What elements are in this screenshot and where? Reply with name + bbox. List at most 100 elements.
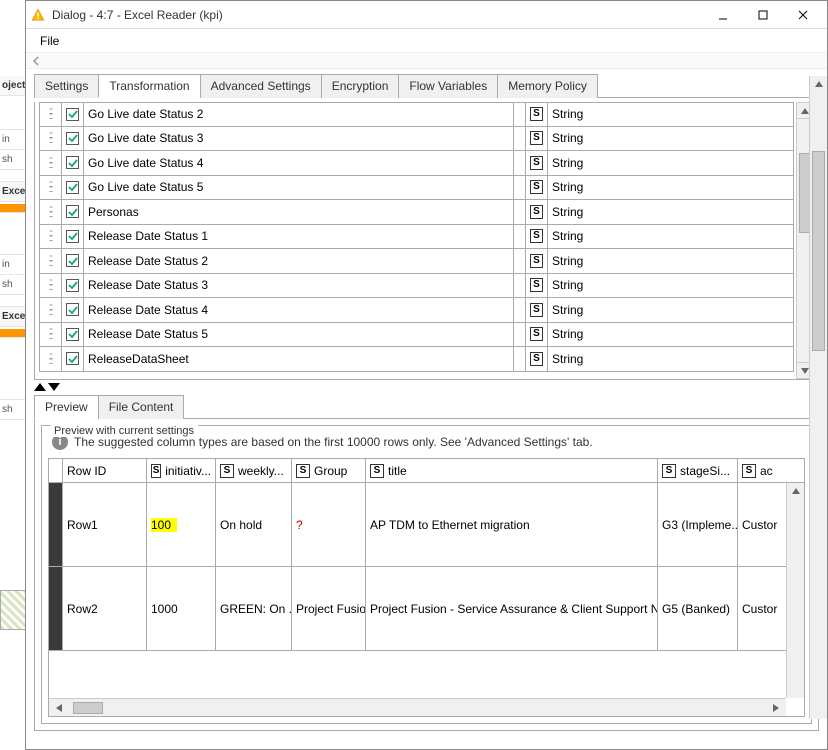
type-name-cell[interactable]: String [548,298,793,322]
column-name-cell[interactable]: Release Date Status 1 [84,225,514,249]
drag-handle-icon[interactable]: :::: [40,151,62,175]
header-stage[interactable]: SstageSi... [658,459,738,482]
header-selector [49,459,63,482]
drag-handle-icon[interactable]: :::: [40,298,62,322]
include-checkbox[interactable] [66,230,79,243]
grid-scroll-left-icon[interactable] [51,703,67,713]
include-checkbox[interactable] [66,205,79,218]
splitter-up-icon [34,383,46,391]
include-checkbox[interactable] [66,254,79,267]
column-name-cell[interactable]: Go Live date Status 3 [84,127,514,151]
column-row: ::::Go Live date Status 3SString [39,127,794,152]
type-icon-cell: S [526,151,548,175]
include-checkbox[interactable] [66,132,79,145]
header-initiativ[interactable]: Sinitiativ... [147,459,216,482]
cell-group: Project Fusion [292,567,366,650]
column-name-cell[interactable]: Go Live date Status 5 [84,176,514,200]
tab-transformation[interactable]: Transformation [98,74,200,98]
gap-cell [514,127,526,151]
grid-header: Row ID Sinitiativ... Sweekly... SGroup S… [49,459,804,483]
column-row: ::::Release Date Status 3SString [39,274,794,299]
include-checkbox[interactable] [66,352,79,365]
window-vscroll[interactable] [809,76,827,719]
gap-cell [514,298,526,322]
table-row[interactable]: Row1100On hold?AP TDM to Ethernet migrat… [49,483,786,567]
header-group[interactable]: SGroup [292,459,366,482]
column-name-cell[interactable]: Release Date Status 2 [84,249,514,273]
window-scroll-thumb[interactable] [812,151,825,351]
grid-hscroll[interactable] [49,698,786,716]
menu-file[interactable]: File [34,32,65,50]
type-icon-cell: S [526,249,548,273]
type-name-cell[interactable]: String [548,274,793,298]
include-checkbox[interactable] [66,303,79,316]
column-name-cell[interactable]: Release Date Status 5 [84,323,514,347]
tab-advanced-settings[interactable]: Advanced Settings [200,74,322,98]
include-checkbox[interactable] [66,156,79,169]
grid-scroll-up-icon[interactable] [787,483,804,499]
column-name-cell[interactable]: Go Live date Status 2 [84,103,514,126]
header-ac[interactable]: Sac [738,459,778,482]
tab-memory-policy[interactable]: Memory Policy [497,74,598,98]
cell-ac: Custor [738,483,778,566]
include-checkbox[interactable] [66,181,79,194]
header-title[interactable]: Stitle [366,459,658,482]
drag-handle-icon[interactable]: :::: [40,176,62,200]
column-name-cell[interactable]: Personas [84,200,514,224]
drag-handle-icon[interactable]: :::: [40,249,62,273]
cell-initiativ: 1000 [147,567,216,650]
tab-flow-variables[interactable]: Flow Variables [398,74,498,98]
preview-info-text: The suggested column types are based on … [74,435,593,449]
include-checkbox[interactable] [66,279,79,292]
grid-scroll-right-icon[interactable] [768,703,784,713]
drag-handle-icon[interactable]: :::: [40,274,62,298]
back-icon[interactable] [30,55,42,67]
type-name-cell[interactable]: String [548,225,793,249]
type-name-cell[interactable]: String [548,103,793,126]
gap-cell [514,323,526,347]
table-row[interactable]: Row21000GREEN: On ...Project FusionProje… [49,567,786,651]
type-name-cell[interactable]: String [548,347,793,371]
drag-handle-icon[interactable]: :::: [40,347,62,371]
grid-vscroll[interactable] [786,483,804,698]
column-name-cell[interactable]: Release Date Status 3 [84,274,514,298]
type-name-cell[interactable]: String [548,176,793,200]
header-rowid[interactable]: Row ID [63,459,147,482]
tab-file-content[interactable]: File Content [98,395,185,419]
drag-handle-icon[interactable]: :::: [40,225,62,249]
close-button[interactable] [783,3,823,27]
column-name-cell[interactable]: Go Live date Status 4 [84,151,514,175]
column-name-cell[interactable]: Release Date Status 4 [84,298,514,322]
drag-handle-icon[interactable]: :::: [40,103,62,126]
include-checkbox[interactable] [66,328,79,341]
type-name-cell[interactable]: String [548,323,793,347]
drag-handle-icon[interactable]: :::: [40,127,62,151]
tab-settings[interactable]: Settings [34,74,99,98]
cell-title: AP TDM to Ethernet migration [366,483,658,566]
type-name-cell[interactable]: String [548,151,793,175]
cell-rowid: Row1 [63,483,147,566]
type-name-cell[interactable]: String [548,249,793,273]
titlebar: Dialog - 4:7 - Excel Reader (kpi) [26,1,827,29]
tab-encryption[interactable]: Encryption [321,74,400,98]
include-checkbox[interactable] [66,108,79,121]
tab-preview[interactable]: Preview [34,395,99,419]
minimize-button[interactable] [703,3,743,27]
grid-hscroll-thumb[interactable] [73,702,103,714]
column-name-cell[interactable]: ReleaseDataSheet [84,347,514,371]
type-name-cell[interactable]: String [548,200,793,224]
row-selector[interactable] [49,567,63,650]
drag-handle-icon[interactable]: :::: [40,323,62,347]
cell-ac: Custor [738,567,778,650]
drag-handle-icon[interactable]: :::: [40,200,62,224]
splitter[interactable] [34,380,819,394]
header-weekly[interactable]: Sweekly... [216,459,292,482]
preview-fieldset-label: Preview with current settings [50,425,198,437]
gap-cell [514,103,526,126]
type-name-cell[interactable]: String [548,127,793,151]
row-selector[interactable] [49,483,63,566]
window-scroll-up-icon[interactable] [810,76,827,92]
maximize-button[interactable] [743,3,783,27]
gap-cell [514,274,526,298]
cell-title: Project Fusion - Service Assurance & Cli… [366,567,658,650]
